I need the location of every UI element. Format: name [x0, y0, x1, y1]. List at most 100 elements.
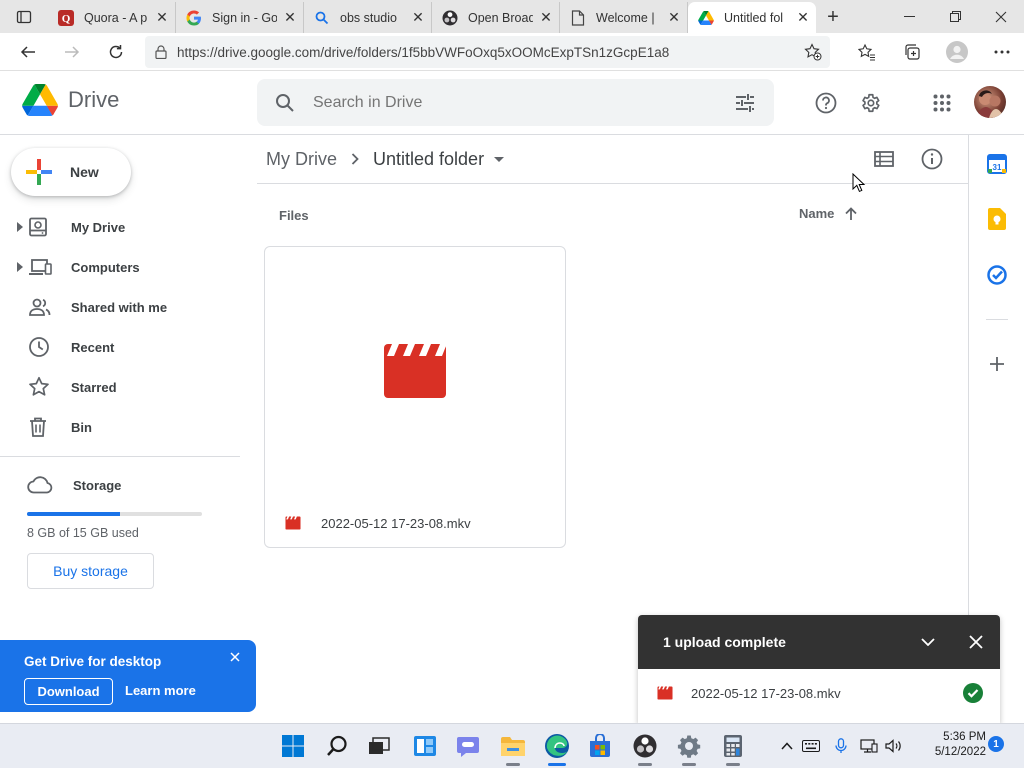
info-icon[interactable] — [920, 147, 944, 171]
close-tab-icon[interactable]: ✕ — [661, 5, 687, 31]
expand-caret-icon[interactable] — [0, 222, 27, 232]
collapse-chevron-icon[interactable] — [904, 615, 952, 669]
volume-icon[interactable] — [882, 739, 906, 753]
browser-actions — [844, 33, 1024, 71]
add-addon-icon[interactable] — [986, 353, 1008, 375]
sidebar-item-starred[interactable]: Starred — [0, 367, 256, 407]
keep-icon[interactable] — [986, 208, 1008, 230]
new-button[interactable]: New — [11, 148, 131, 196]
search-bar[interactable] — [257, 79, 774, 126]
account-avatar[interactable] — [974, 86, 1006, 118]
microphone-icon[interactable] — [826, 738, 856, 754]
drive-logo-icon — [22, 84, 58, 116]
drive-logo[interactable]: Drive — [22, 84, 119, 116]
profile-icon[interactable] — [934, 33, 979, 71]
download-button[interactable]: Download — [24, 678, 113, 705]
browser-tab-obs[interactable]: Open Broad ✕ — [432, 2, 560, 33]
lock-icon[interactable] — [145, 45, 177, 59]
taskbar-clock[interactable]: 5:36 PM 5/12/2022 — [920, 730, 986, 760]
close-tab-icon[interactable]: ✕ — [533, 5, 559, 31]
breadcrumb-my-drive[interactable]: My Drive — [266, 149, 337, 170]
chevron-right-icon — [351, 153, 359, 165]
tab-actions-button[interactable] — [0, 0, 48, 33]
collections-icon[interactable] — [889, 33, 934, 71]
drive-sidebar: My Drive Computers Shared with me Recent… — [0, 207, 256, 447]
restore-icon[interactable] — [932, 0, 978, 33]
browser-tab-welcome[interactable]: Welcome | ✕ — [560, 2, 688, 33]
edge-browser-icon[interactable] — [543, 732, 571, 760]
calendar-icon[interactable]: 31 — [986, 153, 1008, 175]
obs-studio-icon[interactable] — [631, 732, 659, 760]
browser-tab-signin[interactable]: Sign in - Go ✕ — [176, 2, 304, 33]
clock-icon — [27, 336, 71, 358]
browser-tab-quora[interactable]: Q Quora - A p ✕ — [48, 2, 176, 33]
settings-gear-icon[interactable] — [675, 732, 703, 760]
search-icon — [314, 10, 330, 26]
sort-ascending-arrow-icon[interactable] — [845, 206, 858, 221]
upload-item[interactable]: 2022-05-12 17-23-08.mkv — [638, 669, 1000, 717]
file-explorer-icon[interactable] — [499, 732, 527, 760]
tab-title: Open Broad — [468, 10, 533, 25]
chevron-up-icon[interactable] — [778, 742, 796, 750]
apps-grid-icon[interactable] — [926, 87, 958, 119]
breadcrumb-current-folder[interactable]: Untitled folder — [373, 149, 484, 170]
close-icon[interactable] — [952, 615, 1000, 669]
browser-tab-drive[interactable]: Untitled fol ✕ — [688, 2, 816, 33]
widgets-icon[interactable] — [411, 732, 439, 760]
url-text[interactable]: https://drive.google.com/drive/folders/1… — [177, 45, 796, 60]
file-card[interactable]: 2022-05-12 17-23-08.mkv — [264, 246, 566, 548]
sidebar-item-shared-with-me[interactable]: Shared with me — [0, 287, 256, 327]
keyboard-icon[interactable] — [796, 740, 826, 752]
teams-chat-icon[interactable] — [454, 732, 482, 760]
calculator-icon[interactable] — [719, 732, 747, 760]
storage-link[interactable]: Storage — [27, 472, 247, 498]
browser-tab-obs-search[interactable]: obs studio ✕ — [304, 2, 432, 33]
close-tab-icon[interactable]: ✕ — [405, 5, 431, 31]
start-windows-icon[interactable] — [279, 732, 307, 760]
forward-icon[interactable] — [54, 36, 90, 68]
search-icon[interactable] — [257, 93, 313, 113]
learn-more-link[interactable]: Learn more — [125, 683, 196, 698]
refresh-icon[interactable] — [98, 36, 134, 68]
microsoft-store-icon[interactable] — [586, 732, 614, 760]
folder-menu-dropdown-icon[interactable] — [494, 156, 505, 162]
close-tab-icon[interactable]: ✕ — [277, 5, 303, 31]
network-icon[interactable] — [856, 739, 882, 753]
promo-title: Get Drive for desktop — [24, 654, 162, 669]
drive-header: Drive — [0, 71, 1024, 135]
upload-file-name: 2022-05-12 17-23-08.mkv — [691, 685, 841, 701]
tasks-icon[interactable] — [986, 264, 1008, 286]
close-window-icon[interactable] — [978, 0, 1024, 33]
list-view-icon[interactable] — [872, 147, 896, 171]
browser-toolbar: https://drive.google.com/drive/folders/1… — [0, 33, 1024, 71]
storage-used-text: 8 GB of 15 GB used — [27, 526, 139, 540]
sort-label: Name — [799, 206, 835, 221]
settings-gear-icon[interactable] — [854, 87, 886, 119]
notification-count-badge[interactable]: 1 — [988, 736, 1004, 752]
add-favorite-icon[interactable] — [796, 43, 830, 61]
buy-storage-button[interactable]: Buy storage — [27, 553, 154, 589]
help-icon[interactable] — [810, 87, 842, 119]
favorites-icon[interactable] — [844, 33, 889, 71]
address-bar[interactable]: https://drive.google.com/drive/folders/1… — [145, 36, 830, 68]
new-tab-button[interactable]: + — [816, 2, 850, 33]
search-icon[interactable] — [323, 732, 351, 760]
expand-caret-icon[interactable] — [0, 262, 27, 272]
close-tab-icon[interactable]: ✕ — [149, 5, 175, 31]
back-icon[interactable] — [10, 36, 46, 68]
search-options-icon[interactable] — [716, 93, 774, 112]
sidebar-item-my-drive[interactable]: My Drive — [0, 207, 256, 247]
tab-title: obs studio — [340, 10, 397, 25]
task-view-icon[interactable] — [365, 732, 393, 760]
check-circle-icon — [945, 683, 1000, 703]
sidebar-item-computers[interactable]: Computers — [0, 247, 256, 287]
more-menu-icon[interactable] — [979, 33, 1024, 71]
close-icon[interactable] — [226, 648, 244, 666]
sort-by-name[interactable]: Name — [799, 206, 858, 221]
sidebar-item-bin[interactable]: Bin — [0, 407, 256, 447]
close-tab-icon[interactable]: ✕ — [790, 5, 816, 31]
sidebar-item-recent[interactable]: Recent — [0, 327, 256, 367]
sidebar-item-label: Shared with me — [71, 299, 168, 315]
search-input[interactable] — [313, 93, 716, 112]
minimize-icon[interactable] — [886, 0, 932, 33]
